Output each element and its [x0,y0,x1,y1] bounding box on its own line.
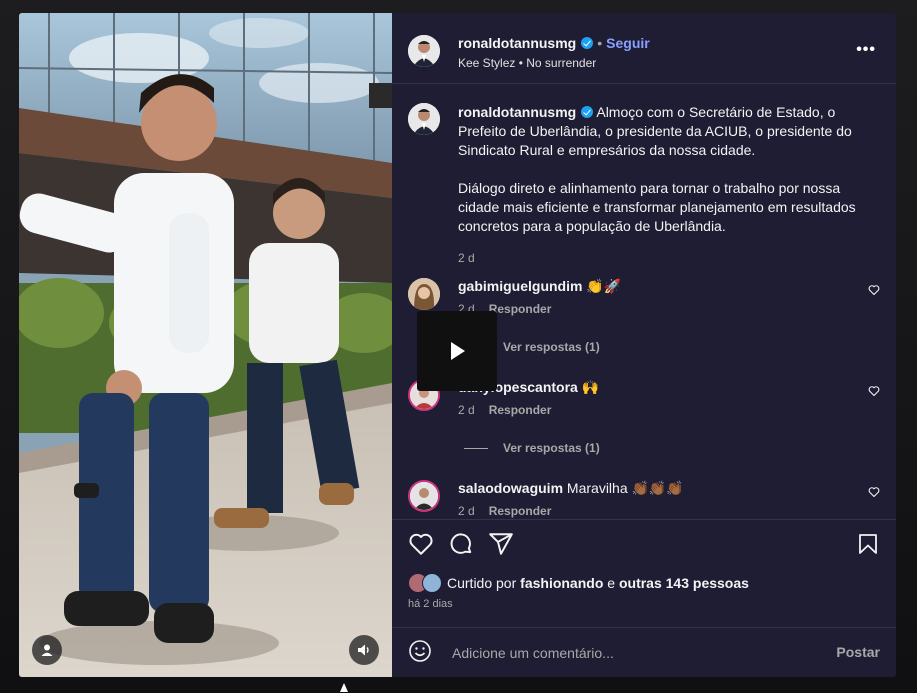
user-tag-button[interactable] [32,635,62,665]
comment-meta: 2 d Responder [458,504,565,518]
comment-like-heart-icon[interactable] [868,284,880,296]
audio-toggle-button[interactable] [349,635,379,665]
caption-timestamp[interactable]: 2 d [458,251,475,265]
comment-username[interactable]: salaodowaguim [458,480,563,496]
play-icon [451,342,465,360]
commenter-avatar[interactable] [408,278,440,310]
post-header: ronaldotannusmg • Seguir Kee Stylez • No s… [392,13,896,83]
speaker-icon [358,644,369,656]
comment-text: Maravilha 👏🏾👏🏾👏🏾 [566,480,684,496]
follow-button[interactable]: Seguir [606,35,650,51]
comment-line: gabimiguelgundim 👏🚀 [458,278,621,295]
reply-button[interactable]: Responder [489,403,552,417]
mouse-cursor-icon [340,683,348,692]
commenter-avatar[interactable] [408,480,440,512]
post-video[interactable] [19,13,392,677]
post-date[interactable]: há 2 dias [408,598,453,610]
audio-attribution[interactable]: Kee Stylez • No surrender [458,56,596,70]
comment-username[interactable]: gabimiguelgundim [458,278,582,294]
caption-text: ronaldotannusmg Almoço com o Secretário … [458,103,868,255]
commenter-avatar-image [408,278,440,310]
verified-badge-icon [581,37,594,49]
caption-author-avatar[interactable] [408,103,440,135]
author-line: ronaldotannusmg • Seguir [458,35,650,51]
user-tag-icon [41,644,53,656]
likes-prefix: Curtido por [447,575,517,591]
caption-avatar-image [408,103,440,135]
comment-text: 🙌 [581,379,600,395]
reply-button[interactable]: Responder [489,302,552,316]
comment-text: 👏🚀 [586,278,622,294]
comment-box-divider [392,627,896,628]
liker-avatar [422,573,442,593]
reply-button[interactable]: Responder [489,504,552,518]
likes-summary: Curtido por fashionando e outras 143 pes… [408,573,749,593]
commenter-avatar-image [410,482,438,510]
caption-verified-badge-icon [581,106,594,118]
separator-dot: • [597,35,603,51]
heart-icon[interactable] [408,531,434,557]
comment-like-heart-icon[interactable] [868,486,880,498]
caption-paragraph-2: Diálogo direto e alinhamento para tornar… [458,180,856,234]
actions-divider [392,519,896,520]
likes-first-user[interactable]: fashionando [520,575,603,591]
more-options-icon[interactable]: ••• [856,41,876,59]
view-replies-button[interactable]: Ver respostas (1) [464,441,600,455]
header-divider [392,83,896,84]
author-avatar[interactable] [408,35,440,67]
author-avatar-image [408,35,440,67]
likes-connector: e [607,575,616,591]
bookmark-icon[interactable] [856,531,880,557]
likers-avatars [408,573,446,593]
comment-meta: 2 d Responder [458,403,565,417]
comment-like-heart-icon[interactable] [868,385,880,397]
caption-username[interactable]: ronaldotannusmg [458,104,576,120]
comment-time[interactable]: 2 d [458,504,475,518]
video-frame [19,13,392,677]
author-username[interactable]: ronaldotannusmg [458,35,576,51]
comment-time[interactable]: 2 d [458,403,475,417]
comment-icon[interactable] [448,531,474,557]
emoji-icon[interactable] [408,639,432,663]
likes-others[interactable]: outras 143 pessoas [619,575,749,591]
comment-line: salaodowaguim Maravilha 👏🏾👏🏾👏🏾 [458,480,684,497]
share-icon[interactable] [488,531,514,557]
video-play-overlay[interactable] [417,311,497,391]
comment-composer: Postar [392,633,896,677]
post-comment-button[interactable]: Postar [836,644,880,660]
post-action-bar [392,531,896,561]
comment-input[interactable] [450,640,824,666]
